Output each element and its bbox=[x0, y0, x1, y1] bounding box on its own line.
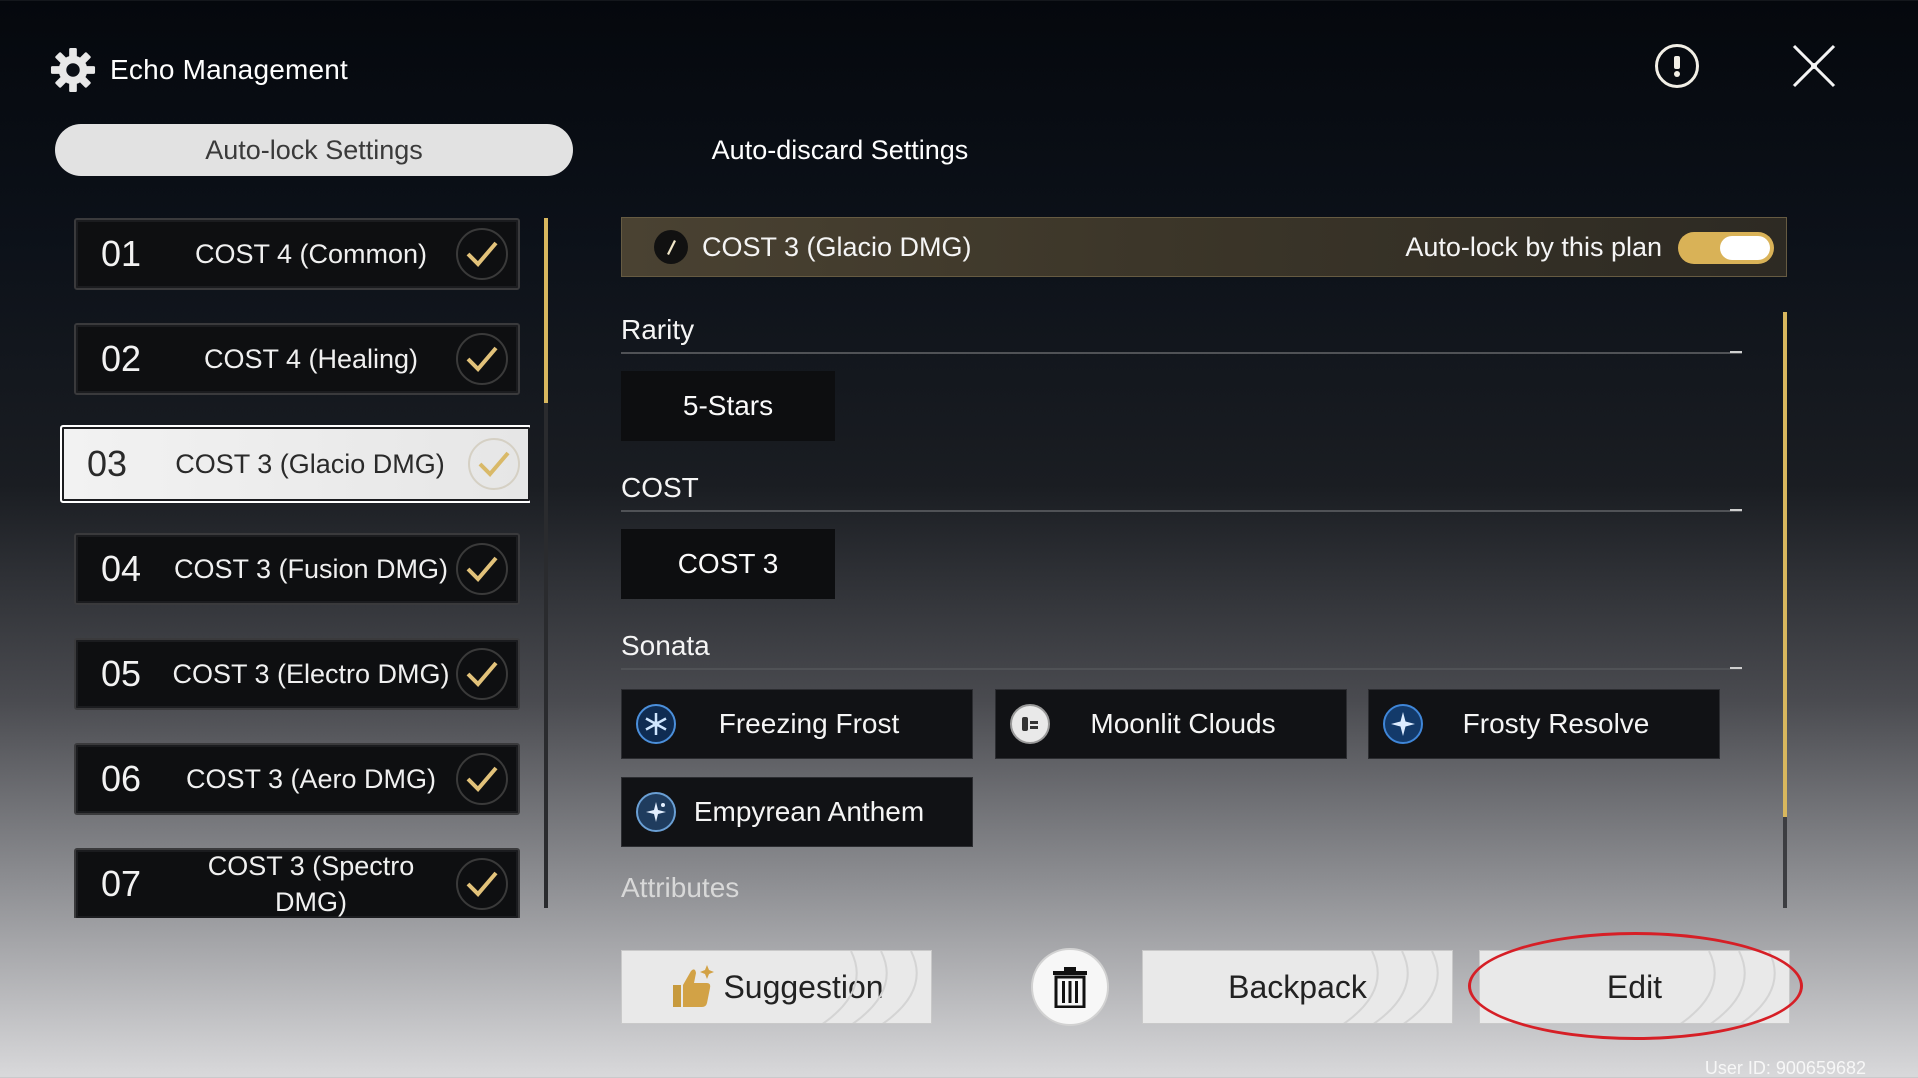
sonata-title: Sonata bbox=[621, 630, 710, 661]
plan-name: COST 3 (Aero DMG) bbox=[185, 764, 437, 794]
rarity-title: Rarity bbox=[621, 314, 695, 345]
plan-item-01[interactable]: 01 COST 4 (Common) bbox=[74, 218, 520, 290]
sonata-label: Moonlit Clouds bbox=[1090, 708, 1276, 739]
detail-scrollbar-thumb[interactable] bbox=[1783, 312, 1787, 817]
suggestion-button[interactable]: Suggestion bbox=[621, 950, 932, 1024]
cost-title: COST bbox=[621, 472, 699, 503]
plan-number: 04 bbox=[100, 548, 142, 589]
sonata-divider bbox=[621, 667, 1742, 670]
sonata-label: Empyrean Anthem bbox=[693, 796, 925, 827]
plan-list: 01 COST 4 (Common) 02 COST 4 (Healing) 0… bbox=[60, 218, 530, 918]
edit-label: Edit bbox=[1606, 968, 1663, 1005]
plan-list-scrollbar-thumb[interactable] bbox=[544, 218, 548, 403]
tab-auto-lock-settings[interactable]: Auto-lock Settings bbox=[55, 124, 573, 176]
sonata-frosty-resolve[interactable]: Frosty Resolve bbox=[1368, 689, 1720, 759]
plan-name: COST 3 (Electro DMG) bbox=[172, 659, 450, 689]
backpack-button[interactable]: Backpack bbox=[1142, 950, 1453, 1024]
trash-icon bbox=[1053, 967, 1087, 1008]
check-icon[interactable] bbox=[456, 858, 508, 910]
check-icon[interactable] bbox=[456, 333, 508, 385]
check-icon[interactable] bbox=[456, 753, 508, 805]
check-icon[interactable] bbox=[456, 228, 508, 280]
plan-detail-title: COST 3 (Glacio DMG) bbox=[702, 231, 972, 262]
autolock-toggle[interactable] bbox=[1678, 232, 1774, 264]
edit-button[interactable]: Edit bbox=[1479, 950, 1790, 1024]
autolock-label: Auto-lock by this plan bbox=[1405, 231, 1662, 262]
toggle-knob bbox=[1720, 236, 1770, 260]
plan-name: COST 3 (Glacio DMG) bbox=[175, 449, 445, 479]
sonata-empyrean-anthem[interactable]: Empyrean Anthem bbox=[621, 777, 973, 847]
plan-number: 05 bbox=[100, 653, 142, 694]
tab-auto-discard-settings[interactable]: Auto-discard Settings bbox=[640, 124, 1040, 176]
rarity-divider bbox=[621, 351, 1742, 354]
page-title: Echo Management bbox=[110, 54, 349, 85]
plan-number: 03 bbox=[86, 443, 128, 484]
plan-item-04[interactable]: 04 COST 3 (Fusion DMG) bbox=[74, 533, 520, 605]
close-button[interactable] bbox=[1786, 38, 1842, 94]
plan-name: COST 4 (Healing) bbox=[203, 344, 419, 374]
thumbs-up-icon bbox=[673, 965, 715, 1007]
close-icon bbox=[1792, 44, 1836, 88]
plan-name: COST 4 (Common) bbox=[194, 239, 428, 269]
gear-icon bbox=[50, 47, 96, 93]
sonata-freezing-frost[interactable]: Freezing Frost bbox=[621, 689, 973, 759]
check-icon[interactable] bbox=[468, 438, 520, 490]
rarity-chip[interactable]: 5-Stars bbox=[621, 371, 835, 441]
decorative-wave bbox=[1343, 951, 1439, 1023]
window-header: Echo Management bbox=[50, 44, 348, 96]
plan-detail-header: COST 3 (Glacio DMG) Auto-lock by this pl… bbox=[621, 217, 1787, 277]
plan-item-03[interactable]: 03 COST 3 (Glacio DMG) bbox=[60, 425, 530, 503]
decorative-wave bbox=[1680, 951, 1776, 1023]
star-compass-icon bbox=[1383, 704, 1423, 744]
snowflake-icon bbox=[636, 704, 676, 744]
plan-number: 02 bbox=[100, 338, 142, 379]
plan-item-06[interactable]: 06 COST 3 (Aero DMG) bbox=[74, 743, 520, 815]
moon-cloud-icon bbox=[1010, 704, 1050, 744]
plan-item-05[interactable]: 05 COST 3 (Electro DMG) bbox=[74, 638, 520, 710]
plan-number: 01 bbox=[100, 233, 142, 274]
plan-name: COST 3 (Fusion DMG) bbox=[173, 554, 449, 584]
sonata-label: Frosty Resolve bbox=[1462, 708, 1650, 739]
decorative-wave bbox=[822, 951, 918, 1023]
help-button[interactable] bbox=[1655, 44, 1699, 88]
exclamation-icon bbox=[1674, 56, 1680, 77]
plan-number: 06 bbox=[100, 758, 142, 799]
user-id: User ID: 900659682 bbox=[1704, 1058, 1866, 1078]
check-icon[interactable] bbox=[456, 648, 508, 700]
plan-name: COST 3 (Spectro DMG) bbox=[207, 851, 415, 917]
delete-button[interactable] bbox=[1031, 948, 1109, 1026]
plan-item-02[interactable]: 02 COST 4 (Healing) bbox=[74, 323, 520, 395]
sonata-moonlit-clouds[interactable]: Moonlit Clouds bbox=[995, 689, 1347, 759]
check-icon[interactable] bbox=[456, 543, 508, 595]
plan-item-07[interactable]: 07 COST 3 (Spectro DMG) bbox=[74, 848, 520, 918]
plan-number: 07 bbox=[100, 863, 142, 904]
attributes-title: Attributes bbox=[621, 872, 740, 903]
cost-divider bbox=[621, 509, 1742, 512]
pencil-icon[interactable] bbox=[654, 230, 688, 264]
cost-chip[interactable]: COST 3 bbox=[621, 529, 835, 599]
sparkle-icon bbox=[636, 792, 676, 832]
sonata-label: Freezing Frost bbox=[718, 708, 900, 739]
